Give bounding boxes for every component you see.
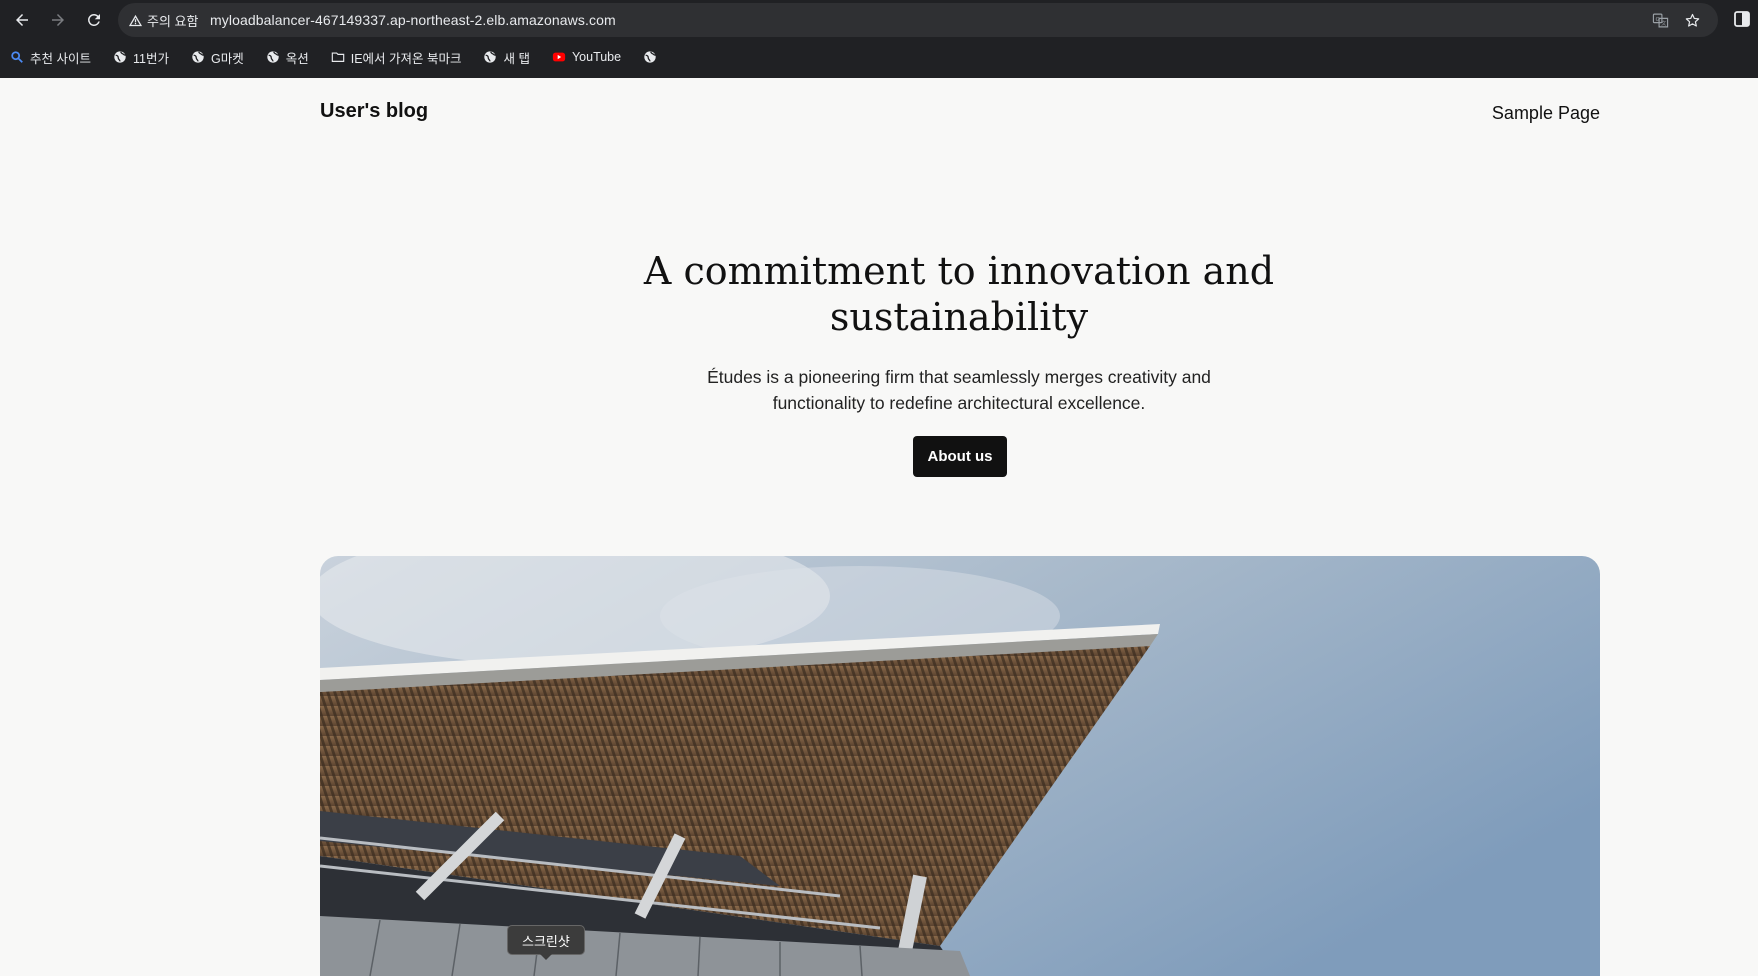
architecture-photo bbox=[320, 556, 1600, 976]
youtube-icon bbox=[552, 52, 566, 62]
bookmark-youtube[interactable]: YouTube bbox=[552, 50, 621, 64]
about-us-button[interactable]: About us bbox=[913, 436, 1007, 477]
bookmark-label: YouTube bbox=[571, 50, 622, 64]
bookmark-label: G마켓 bbox=[210, 51, 244, 66]
screenshot-tooltip: 스크린샷 bbox=[507, 925, 585, 960]
bookmark-recommended[interactable]: 추천 사이트 bbox=[10, 48, 91, 67]
translate-icon: G文 bbox=[1652, 13, 1668, 27]
bookmarks-bar: 추천 사이트 11번가 G마켓 옥션 IE에서 가져온 북마크 새 탭 YouT… bbox=[10, 46, 679, 68]
search-icon bbox=[11, 51, 23, 63]
globe-icon bbox=[644, 51, 657, 63]
bookmark-label: IE에서 가져온 북마크 bbox=[350, 51, 462, 66]
nav-link-sample-page[interactable]: Sample Page bbox=[1492, 103, 1600, 124]
hero-heading: A commitment to innovation and sustainab… bbox=[643, 249, 1275, 339]
star-icon bbox=[1685, 13, 1699, 27]
warning-icon bbox=[128, 14, 143, 26]
svg-text:文: 文 bbox=[1661, 20, 1666, 27]
browser-chrome: 주의 요함 myloadbalancer-467149337.ap-northe… bbox=[0, 0, 1758, 78]
bookmark-label: 11번가 bbox=[132, 51, 169, 66]
bookmark-label: 새 탭 bbox=[503, 51, 530, 66]
forward-button[interactable] bbox=[46, 8, 70, 32]
bookmark-label: 옥션 bbox=[285, 51, 309, 66]
globe-icon bbox=[192, 51, 205, 63]
back-button[interactable] bbox=[10, 8, 34, 32]
globe-icon bbox=[114, 51, 127, 63]
site-title[interactable]: User's blog bbox=[320, 100, 428, 123]
bookmark-11st[interactable]: 11번가 bbox=[113, 48, 169, 67]
security-chip-label: 주의 요함 bbox=[147, 13, 199, 29]
arrow-left-icon bbox=[16, 14, 28, 26]
arrow-right-icon bbox=[52, 14, 64, 26]
security-chip[interactable]: 주의 요함 bbox=[128, 10, 198, 30]
bookmark-untitled[interactable] bbox=[643, 50, 657, 64]
side-panel-button[interactable] bbox=[1732, 9, 1752, 29]
bookmark-label: 추천 사이트 bbox=[30, 51, 91, 66]
hero-subtext: Études is a pioneering firm that seamles… bbox=[707, 367, 1211, 413]
globe-icon bbox=[484, 51, 497, 63]
reload-icon bbox=[88, 13, 100, 26]
side-panel-icon bbox=[1734, 11, 1750, 27]
translate-button[interactable]: G文 bbox=[1650, 10, 1670, 30]
hero-image bbox=[320, 556, 1600, 976]
bookmark-auction[interactable]: 옥션 bbox=[266, 48, 309, 67]
bookmark-new-tab[interactable]: 새 탭 bbox=[483, 48, 530, 67]
bookmark-folder-ie[interactable]: IE에서 가져온 북마크 bbox=[331, 48, 462, 67]
bookmark-gmarket[interactable]: G마켓 bbox=[191, 48, 244, 67]
reload-button[interactable] bbox=[82, 8, 106, 32]
address-bar[interactable]: 주의 요함 myloadbalancer-467149337.ap-northe… bbox=[118, 3, 1718, 37]
folder-icon bbox=[331, 52, 344, 62]
url-text[interactable]: myloadbalancer-467149337.ap-northeast-2.… bbox=[210, 12, 616, 28]
globe-icon bbox=[267, 51, 279, 63]
bookmark-star-button[interactable] bbox=[1682, 10, 1702, 30]
